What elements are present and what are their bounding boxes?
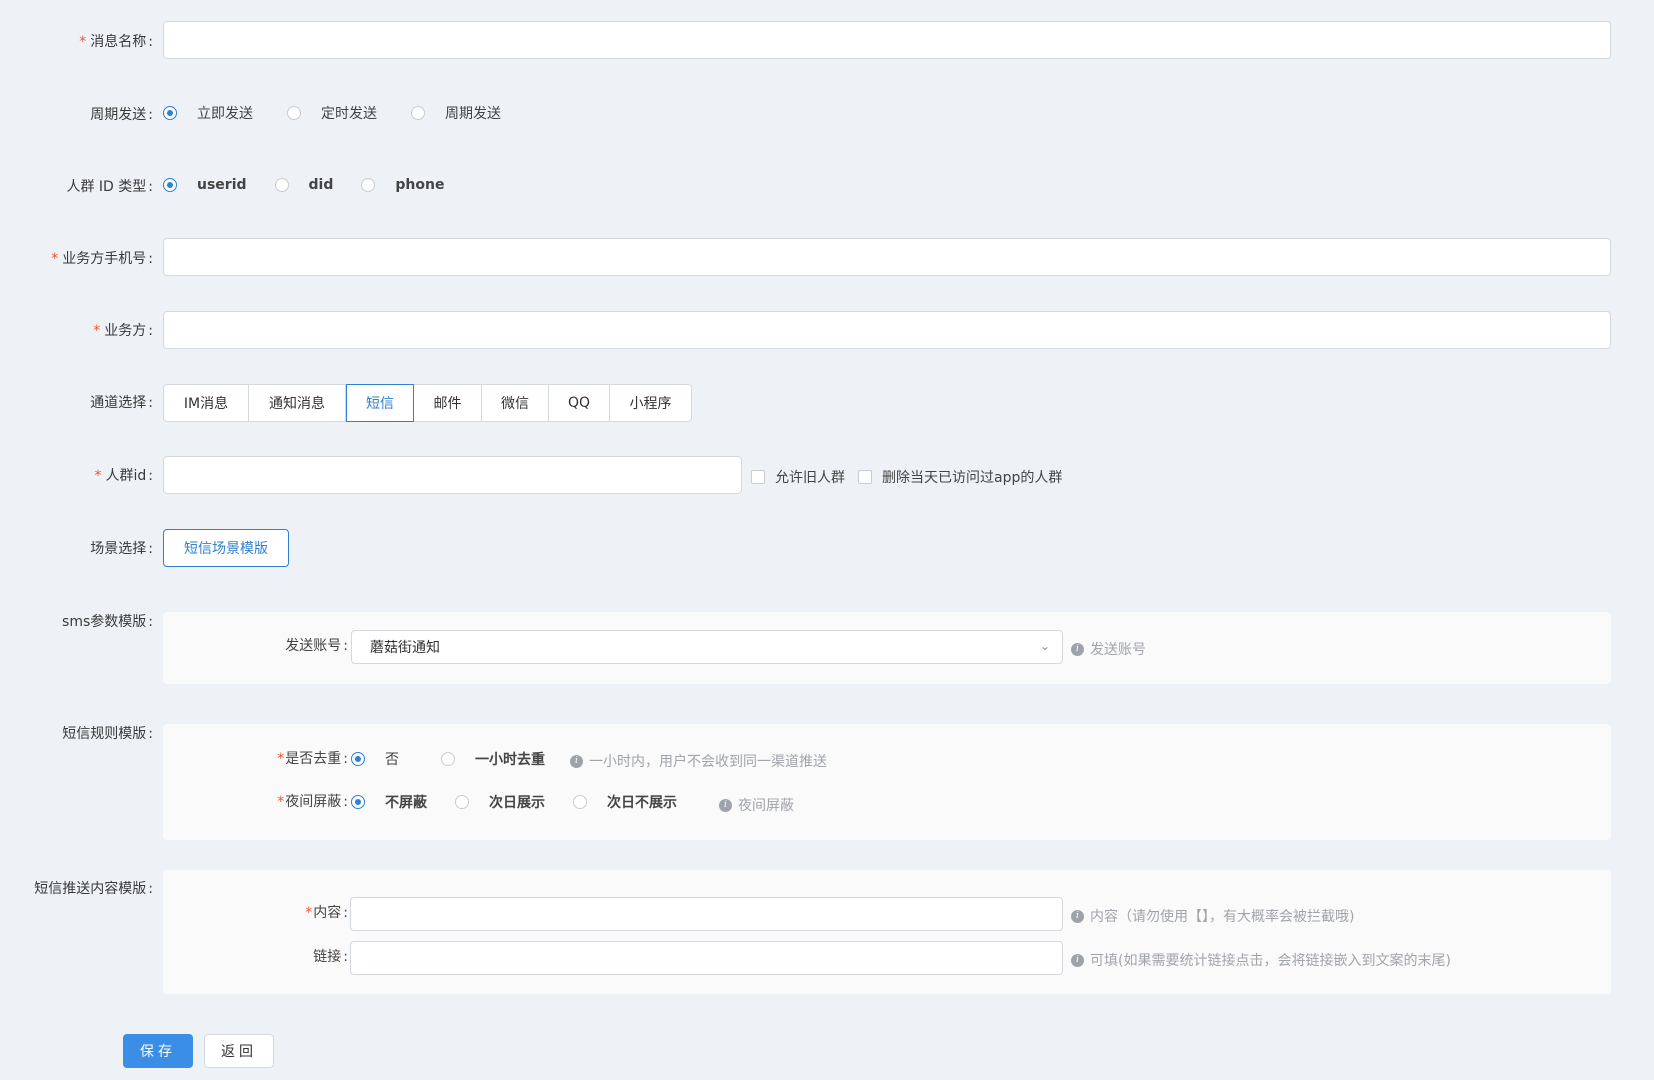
channel-tab-miniprogram[interactable]: 小程序 bbox=[610, 384, 692, 422]
link-label: 链接: bbox=[313, 949, 348, 965]
send-cycle-periodic[interactable]: 周期发送 bbox=[411, 103, 501, 123]
send-account-hint: i 发送账号 bbox=[1071, 639, 1146, 659]
send-cycle-scheduled[interactable]: 定时发送 bbox=[287, 103, 377, 123]
biz-phone-input[interactable] bbox=[163, 238, 1611, 276]
channel-tab-notify[interactable]: 通知消息 bbox=[249, 384, 346, 422]
message-name-label: * 消息名称: bbox=[79, 34, 153, 50]
channel-label: 通道选择: bbox=[90, 395, 153, 411]
sms-params-label: sms参数模版: bbox=[62, 614, 153, 630]
sms-rules-panel: *是否去重: 否 一小时去重 i 一小时内，用户不会收到同一渠道推送 *夜间屏蔽:… bbox=[163, 724, 1611, 840]
send-cycle-immediate[interactable]: 立即发送 bbox=[163, 103, 253, 123]
id-type-userid[interactable]: userid bbox=[163, 177, 247, 193]
info-icon: i bbox=[1071, 642, 1084, 656]
info-icon: i bbox=[570, 754, 583, 768]
sms-content-label: 短信推送内容模版: bbox=[34, 881, 153, 897]
channel-tab-email[interactable]: 邮件 bbox=[414, 384, 482, 422]
night-block-hint: i 夜间屏蔽 bbox=[719, 795, 794, 815]
id-type-radio-group: userid did phone bbox=[163, 177, 472, 193]
save-button[interactable]: 保存 bbox=[123, 1034, 193, 1068]
night-block-radio-group: 不屏蔽 次日展示 次日不展示 bbox=[351, 792, 705, 812]
night-next-day-show[interactable]: 次日展示 bbox=[455, 792, 545, 812]
biz-party-label: * 业务方: bbox=[93, 323, 153, 339]
biz-party-input[interactable] bbox=[163, 311, 1611, 349]
channel-tab-qq[interactable]: QQ bbox=[549, 384, 610, 422]
dedup-radio-group: 否 一小时去重 bbox=[351, 749, 573, 769]
biz-phone-label: * 业务方手机号: bbox=[51, 251, 153, 267]
back-button[interactable]: 返回 bbox=[204, 1034, 274, 1068]
link-input[interactable] bbox=[350, 941, 1063, 975]
send-cycle-label: 周期发送: bbox=[90, 107, 153, 123]
id-type-label: 人群 ID 类型: bbox=[66, 179, 153, 195]
send-account-select[interactable]: 蘑菇街通知 ⌄ bbox=[351, 630, 1063, 664]
allow-old-crowd-checkbox[interactable]: 允许旧人群 bbox=[751, 467, 845, 487]
info-icon: i bbox=[719, 798, 732, 812]
sms-scene-template-button[interactable]: 短信场景模版 bbox=[163, 529, 289, 567]
dedup-hint: i 一小时内，用户不会收到同一渠道推送 bbox=[570, 751, 827, 771]
channel-tab-sms[interactable]: 短信 bbox=[346, 384, 414, 422]
id-type-did[interactable]: did bbox=[274, 177, 333, 193]
id-type-phone[interactable]: phone bbox=[361, 177, 444, 193]
content-hint: i 内容（请勿使用【】，有大概率会被拦截哦) bbox=[1071, 906, 1354, 926]
sms-params-panel: 发送账号: 蘑菇街通知 ⌄ i 发送账号 bbox=[163, 612, 1611, 684]
send-cycle-radio-group: 立即发送 定时发送 周期发送 bbox=[163, 103, 529, 123]
dedup-label: *是否去重: bbox=[277, 751, 348, 767]
channel-tab-wechat[interactable]: 微信 bbox=[482, 384, 549, 422]
remove-visited-checkbox[interactable]: 删除当天已访问过app的人群 bbox=[858, 467, 1062, 487]
info-icon: i bbox=[1071, 953, 1084, 967]
crowd-id-label: * 人群id: bbox=[94, 468, 154, 484]
night-no-block[interactable]: 不屏蔽 bbox=[351, 792, 427, 812]
crowd-id-input[interactable] bbox=[163, 456, 742, 494]
message-name-input[interactable] bbox=[163, 21, 1611, 59]
chevron-down-icon: ⌄ bbox=[1039, 639, 1050, 653]
channel-tab-im[interactable]: IM消息 bbox=[163, 384, 249, 422]
sms-content-panel: *内容: i 内容（请勿使用【】，有大概率会被拦截哦) 链接: i 可填(如果需要统… bbox=[163, 870, 1611, 994]
night-next-day-hide[interactable]: 次日不展示 bbox=[573, 792, 677, 812]
night-block-label: *夜间屏蔽: bbox=[277, 794, 348, 810]
scene-label: 场景选择: bbox=[90, 541, 153, 557]
dedup-no[interactable]: 否 bbox=[351, 749, 399, 769]
content-input[interactable] bbox=[350, 897, 1063, 931]
link-hint: i 可填(如果需要统计链接点击，会将链接嵌入到文案的末尾) bbox=[1071, 950, 1451, 970]
sms-rules-label: 短信规则模版: bbox=[62, 726, 153, 742]
info-icon: i bbox=[1071, 909, 1084, 923]
dedup-hourly[interactable]: 一小时去重 bbox=[441, 749, 545, 769]
channel-tabs: IM消息 通知消息 短信 邮件 微信 QQ 小程序 bbox=[163, 384, 692, 422]
send-account-label: 发送账号: bbox=[285, 638, 348, 654]
content-label: *内容: bbox=[305, 905, 348, 921]
